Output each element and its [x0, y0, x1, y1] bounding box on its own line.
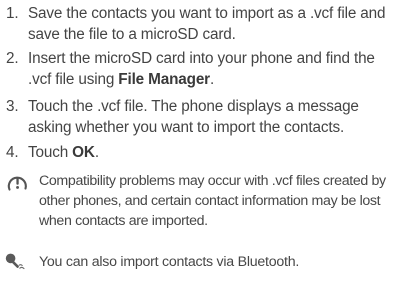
step-text: Save the contacts you want to import as … [28, 5, 386, 43]
step-4: 4. Touch OK. [6, 142, 402, 163]
ok-label: OK [72, 144, 95, 161]
step-text-after: . [210, 71, 215, 88]
step-text: Touch OK. [28, 142, 402, 163]
caution-text: Compatibility problems may occur with .v… [39, 173, 386, 229]
step-number: 4. [6, 144, 19, 161]
step-text-after: . [94, 144, 99, 161]
step-1: 1. Save the contacts you want to import … [6, 3, 402, 45]
caution-icon [5, 170, 39, 231]
tip-text: You can also import contacts via Bluetoo… [39, 254, 300, 270]
tip-icon [5, 252, 39, 276]
step-3: 3. Touch the .vcf file. The phone displa… [6, 96, 402, 138]
step-text: Insert the microSD card into your phone … [28, 48, 402, 90]
step-number: 3. [6, 98, 19, 115]
instructions-document: 1. Save the contacts you want to import … [0, 0, 406, 294]
step-2: 2. Insert the microSD card into your pho… [6, 48, 402, 90]
step-text: Touch the .vcf file. The phone displays … [28, 98, 359, 136]
file-manager-label: File Manager [118, 71, 210, 88]
tip-note: You can also import contacts via Bluetoo… [5, 252, 403, 276]
step-number: 2. [6, 50, 19, 67]
step-number: 1. [6, 5, 19, 22]
step-text-before: Touch [28, 144, 73, 161]
caution-note: Compatibility problems may occur with .v… [5, 170, 403, 231]
